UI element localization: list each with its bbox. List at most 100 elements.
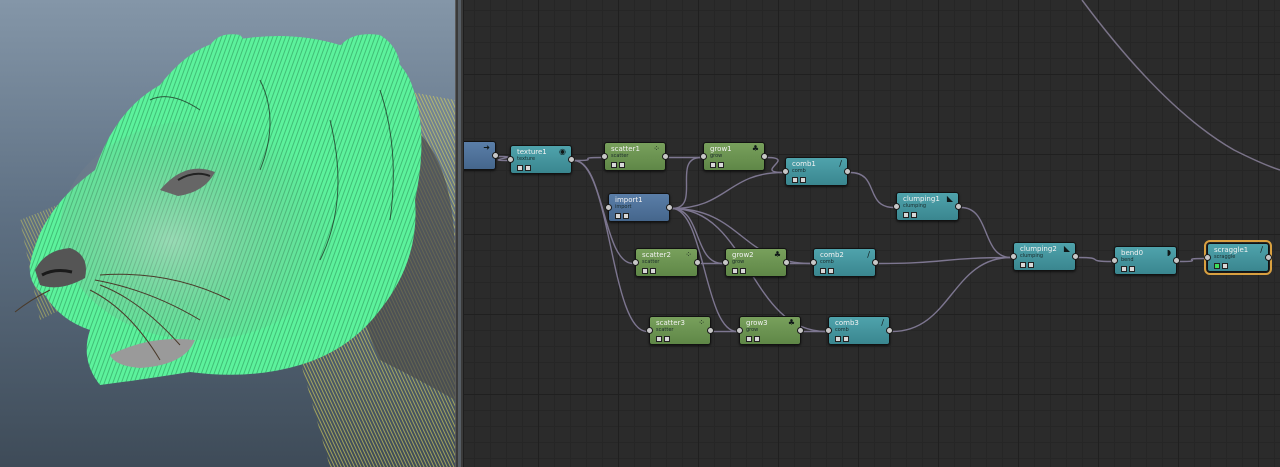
- node-toggle[interactable]: [615, 213, 621, 219]
- input-port[interactable]: [782, 168, 789, 175]
- node-toggle[interactable]: [792, 177, 798, 183]
- node-toggle[interactable]: [517, 165, 523, 171]
- node-toggle[interactable]: [1121, 266, 1127, 272]
- input-port[interactable]: [893, 203, 900, 210]
- input-port[interactable]: [722, 259, 729, 266]
- node-type: clumping: [903, 203, 927, 209]
- input-port[interactable]: [736, 327, 743, 334]
- splitter-grip[interactable]: [458, 0, 461, 467]
- output-port[interactable]: [783, 259, 790, 266]
- output-port[interactable]: [761, 153, 768, 160]
- node-texture1[interactable]: texture1 texture ◉: [507, 145, 575, 174]
- node-scraggle1[interactable]: scraggle1 scraggle ∕: [1204, 240, 1272, 275]
- node-toggle[interactable]: [525, 165, 531, 171]
- node-toggle[interactable]: [710, 162, 716, 168]
- node-toggle[interactable]: [1020, 262, 1026, 268]
- input-port[interactable]: [700, 153, 707, 160]
- comb-icon: ∕: [839, 159, 842, 168]
- node-toggle[interactable]: [820, 268, 826, 274]
- node-scatter3[interactable]: scatter3 scatter ⁘: [646, 316, 714, 345]
- node-comb1[interactable]: comb1 comb ∕: [782, 157, 851, 186]
- input-port[interactable]: [810, 259, 817, 266]
- node-toggle[interactable]: [828, 268, 834, 274]
- node-toggle[interactable]: [718, 162, 724, 168]
- node-type: bend: [1121, 257, 1134, 263]
- node-grow3[interactable]: grow3 grow ♣: [736, 316, 804, 345]
- output-port[interactable]: [568, 156, 575, 163]
- node-name: clumping2: [1020, 245, 1057, 253]
- node-toggle[interactable]: [843, 336, 849, 342]
- node-name: scatter2: [642, 251, 671, 259]
- node-grow1[interactable]: grow1 grow ♣: [700, 142, 768, 171]
- node-scatter2[interactable]: scatter2 scatter ⁘: [632, 248, 701, 277]
- input-port[interactable]: [632, 259, 639, 266]
- node-import1[interactable]: import1 import: [605, 193, 673, 222]
- node-toggle[interactable]: [642, 268, 648, 274]
- node-comb3[interactable]: comb3 comb ∕: [825, 316, 893, 345]
- node-port-buttons: [1020, 262, 1034, 268]
- output-port[interactable]: [886, 327, 893, 334]
- node-toggle[interactable]: [835, 336, 841, 342]
- node-toggle[interactable]: [740, 268, 746, 274]
- node-comb2[interactable]: comb2 comb ∕: [810, 248, 879, 277]
- node-toggle[interactable]: [911, 212, 917, 218]
- output-port[interactable]: [1265, 254, 1272, 261]
- output-port[interactable]: [707, 327, 714, 334]
- node-toggle[interactable]: [1214, 263, 1220, 269]
- sprout-icon: ♣: [787, 318, 795, 327]
- output-port[interactable]: [844, 168, 851, 175]
- wire-bend0-scraggle1: [1178, 257, 1206, 263]
- node-toggle[interactable]: [623, 213, 629, 219]
- node-toggle[interactable]: [664, 336, 670, 342]
- viewport-panel[interactable]: [0, 0, 455, 467]
- node-port-buttons: [746, 336, 760, 342]
- panel-splitter[interactable]: [455, 0, 464, 467]
- input-port[interactable]: [1111, 257, 1118, 264]
- node-toggle[interactable]: [1222, 263, 1228, 269]
- node-editor-canvas[interactable]: ➜ texture1 texture ◉ scatter1 scatter ⁘ grow1 gr…: [464, 0, 1280, 467]
- input-port[interactable]: [646, 327, 653, 334]
- node-toggle[interactable]: [746, 336, 752, 342]
- node-toggle[interactable]: [754, 336, 760, 342]
- node-import-top[interactable]: ➜: [464, 141, 499, 170]
- arrow-icon: ➜: [483, 143, 490, 152]
- output-port[interactable]: [1072, 253, 1079, 260]
- wire-texture1-scatter3: [573, 159, 648, 333]
- node-toggle[interactable]: [1129, 266, 1135, 272]
- node-clumping1[interactable]: clumping1 clumping ◣: [893, 192, 962, 221]
- node-toggle[interactable]: [650, 268, 656, 274]
- node-name: grow3: [746, 319, 768, 327]
- wire-clumping2-bend0: [1077, 256, 1113, 263]
- node-toggle[interactable]: [656, 336, 662, 342]
- wire-grow1-comb1: [766, 156, 784, 174]
- input-port[interactable]: [1010, 253, 1017, 260]
- output-port[interactable]: [492, 152, 499, 159]
- node-port-buttons: [835, 336, 849, 342]
- output-port[interactable]: [694, 259, 701, 266]
- node-toggle[interactable]: [732, 268, 738, 274]
- node-port-buttons: [710, 162, 724, 168]
- output-port[interactable]: [1173, 257, 1180, 264]
- node-toggle[interactable]: [611, 162, 617, 168]
- node-toggle[interactable]: [800, 177, 806, 183]
- node-grow2[interactable]: grow2 grow ♣: [722, 248, 790, 277]
- input-port[interactable]: [507, 156, 514, 163]
- output-port[interactable]: [666, 204, 673, 211]
- node-port-buttons: [903, 212, 917, 218]
- node-toggle[interactable]: [619, 162, 625, 168]
- node-type: texture: [517, 156, 536, 162]
- output-port[interactable]: [797, 327, 804, 334]
- node-scatter1[interactable]: scatter1 scatter ⁘: [601, 142, 669, 171]
- input-port[interactable]: [605, 204, 612, 211]
- output-port[interactable]: [872, 259, 879, 266]
- output-port[interactable]: [662, 153, 669, 160]
- node-name: scatter1: [611, 145, 640, 153]
- node-toggle[interactable]: [1028, 262, 1034, 268]
- node-bend0[interactable]: bend0 bend ◗: [1111, 246, 1180, 275]
- output-port[interactable]: [955, 203, 962, 210]
- input-port[interactable]: [1204, 254, 1211, 261]
- input-port[interactable]: [601, 153, 608, 160]
- node-clumping2[interactable]: clumping2 clumping ◣: [1010, 242, 1079, 271]
- input-port[interactable]: [825, 327, 832, 334]
- node-toggle[interactable]: [903, 212, 909, 218]
